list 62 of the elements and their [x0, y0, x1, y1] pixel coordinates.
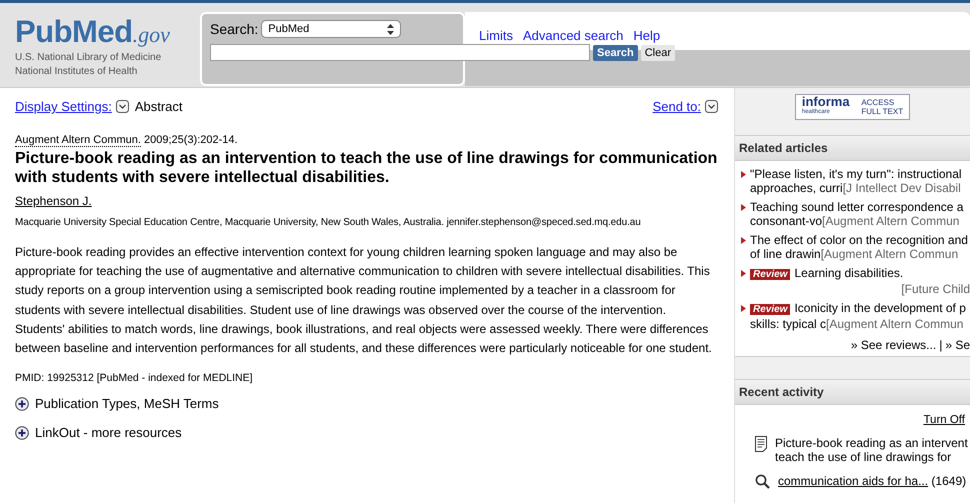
turn-off-link[interactable]: Turn Off: [923, 414, 965, 426]
related-article-link[interactable]: Learning disabilities.: [794, 266, 904, 280]
search-label: Search:: [210, 21, 258, 37]
review-badge: Review: [750, 269, 790, 280]
recent-article-link[interactable]: Picture-book reading as an intervent: [775, 436, 968, 450]
related-article-link[interactable]: The effect of color on the recognition and: [750, 233, 968, 247]
bullet-icon: [741, 305, 746, 312]
dropdown-chevron-icon[interactable]: [116, 100, 129, 113]
related-article-link[interactable]: "Please listen, it's my turn": instructional: [750, 167, 962, 181]
recent-search-link[interactable]: communication aids for ha...: [778, 474, 928, 488]
section-toggle[interactable]: Publication Types, MeSH Terms: [35, 396, 219, 412]
citation-details: 2009;25(3):202-14.: [144, 134, 238, 146]
journal-name: [J Intellect Dev Disabil: [842, 181, 961, 195]
see-more-link[interactable]: » Se: [945, 338, 970, 352]
related-article-link[interactable]: skills: typical c: [750, 317, 826, 331]
header-link[interactable]: Help: [633, 28, 660, 43]
search-icon: [755, 474, 770, 489]
database-dropdown[interactable]: PubMed: [261, 20, 402, 38]
search-input[interactable]: [210, 44, 590, 61]
author-link[interactable]: Stephenson J.: [15, 194, 92, 208]
display-format: Abstract: [134, 99, 183, 114]
recent-activity-heading: Recent activity: [735, 380, 970, 405]
expand-icon[interactable]: [15, 426, 29, 440]
expand-icon[interactable]: [15, 396, 29, 411]
author-affiliation: Macquarie University Special Education Centre, Macquarie University, New South Wales, Australia. jennifer.stephenson@speced.sed.mq.edu.au: [15, 217, 642, 228]
result-count: (1649): [931, 474, 966, 488]
organization-name: National Institutes of Health: [15, 65, 138, 79]
journal-link[interactable]: Augment Altern Commun.: [15, 134, 141, 147]
display-settings-link[interactable]: Display Settings:: [15, 99, 112, 114]
logo-suffix: .gov: [132, 22, 170, 47]
article-title: Picture-book reading as an intervention to teach the use of line drawings for communication with students with severe intellectual disabilities.: [15, 149, 718, 187]
abstract-text: Picture-book reading provides an effective intervention context for young children learning spoken language and may also be appropriate for teaching the use of augmentative and alternative communication to children with severe intellectual disabilities. This study reports on a group intervention using a semiscripted book reading routine implemented by a teacher in a classroom for students with severe intellectual disabilities. Student use of line drawings was observed over the course of the intervention. Students' abilities to match words, line drawings, book illustrations, and real objects were assessed weekly. There were differences between baseline and intervention performances for all students, and these differences were particularly noticeable for one student.: [15, 244, 713, 358]
send-to-link[interactable]: Send to:: [652, 99, 701, 114]
dropdown-chevron-icon[interactable]: [705, 100, 718, 113]
link-separator: |: [939, 338, 942, 352]
related-article-link[interactable]: Iconicity in the development of p: [794, 301, 966, 315]
see-more-link[interactable]: » See reviews...: [850, 338, 936, 352]
bullet-icon: [741, 270, 746, 277]
search-button[interactable]: Search: [593, 44, 638, 60]
clear-button[interactable]: Clear: [640, 44, 675, 60]
related-article-link[interactable]: consonant-vo: [750, 214, 822, 228]
header-link[interactable]: Advanced search: [522, 28, 624, 43]
bullet-icon: [741, 171, 746, 178]
header-link[interactable]: Limits: [479, 28, 513, 43]
section-toggle[interactable]: LinkOut - more resources: [35, 425, 182, 440]
bullet-icon: [741, 204, 746, 211]
bullet-icon: [741, 237, 746, 244]
journal-name: [Future Child: [901, 282, 970, 296]
related-articles-heading: Related articles: [735, 136, 970, 161]
journal-name: [Augment Altern Commun: [820, 247, 958, 261]
document-icon: [755, 436, 767, 452]
logo-text[interactable]: PubMed: [15, 14, 133, 49]
pmid-text: PMID: 19925312 [PubMed - indexed for MEDLINE]: [15, 372, 254, 384]
related-article-link[interactable]: approaches, curri: [750, 181, 843, 195]
updown-arrows-icon: [387, 24, 394, 34]
journal-name: [Augment Altern Commun: [822, 214, 960, 228]
related-article-link[interactable]: Teaching sound letter correspondence a: [750, 200, 964, 214]
recent-article-link[interactable]: teach the use of line drawings for: [775, 450, 952, 464]
related-article-link[interactable]: of line drawin: [750, 247, 821, 261]
review-badge: Review: [750, 304, 790, 315]
organization-name: U.S. National Library of Medicine: [15, 51, 162, 65]
journal-name: [Augment Altern Commun: [826, 317, 964, 331]
